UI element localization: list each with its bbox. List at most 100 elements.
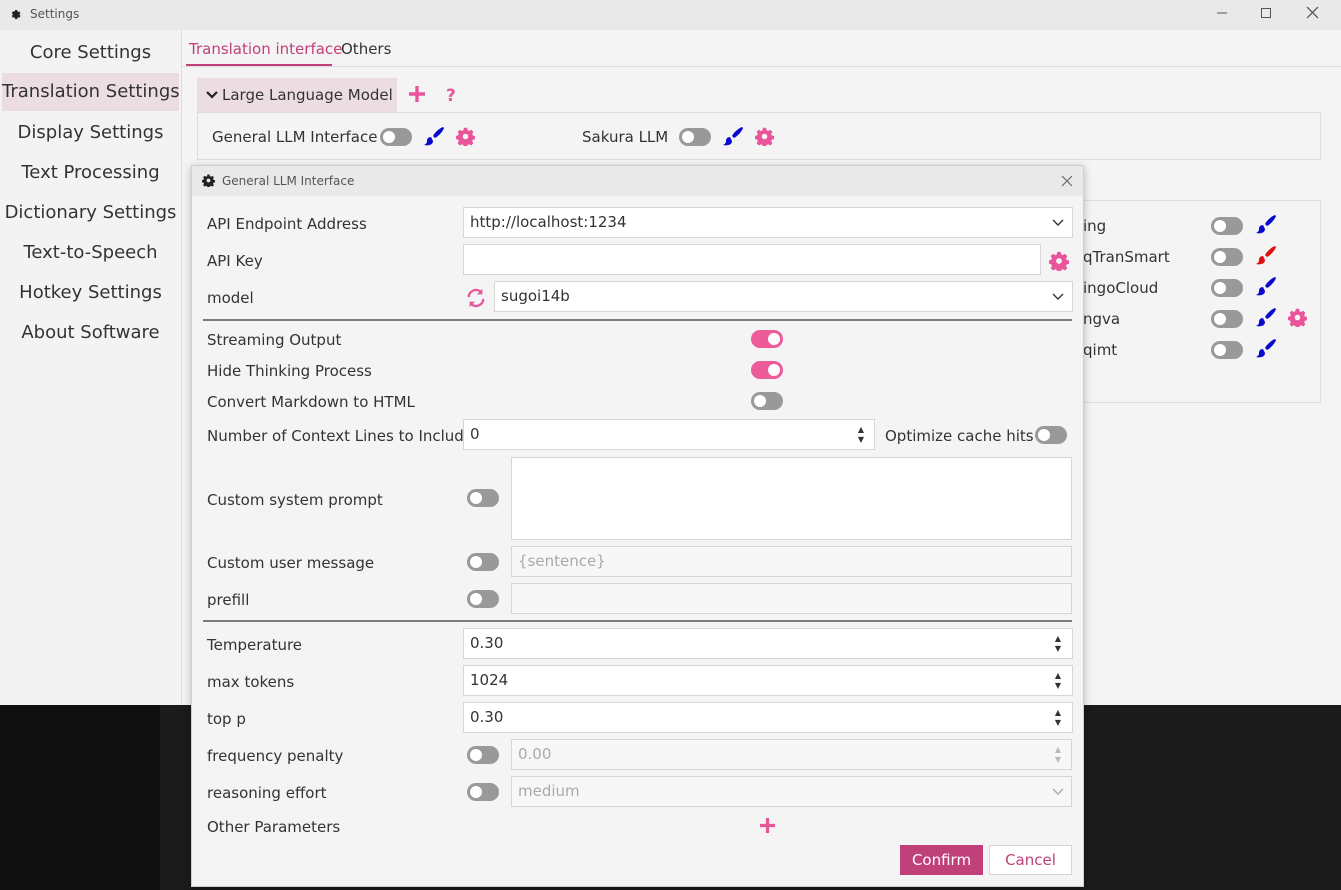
convert-markdown-toggle[interactable] xyxy=(751,392,783,410)
spin-arrows-icon[interactable]: ▲ ▼ xyxy=(856,425,866,445)
custom-user-message-label: Custom user message xyxy=(207,554,375,572)
optimize-cache-label: Optimize cache hits xyxy=(885,427,1034,445)
frequency-penalty-spinbox[interactable]: 0.00 xyxy=(511,739,1072,770)
reasoning-effort-label: reasoning effort xyxy=(207,784,327,802)
brush-icon[interactable] xyxy=(1254,306,1278,330)
api-key-input[interactable] xyxy=(463,244,1041,275)
reasoning-effort-toggle[interactable] xyxy=(467,783,499,801)
custom-system-prompt-label: Custom system prompt xyxy=(207,491,383,509)
settings-gear-icon[interactable] xyxy=(456,127,475,146)
chevron-down-icon[interactable] xyxy=(1051,216,1065,230)
api-key-label: API Key xyxy=(207,252,263,270)
add-icon[interactable] xyxy=(759,817,776,834)
translator-toggle[interactable] xyxy=(1211,248,1243,266)
context-lines-label: Number of Context Lines to Include xyxy=(207,427,474,445)
brush-icon[interactable] xyxy=(1254,337,1278,361)
sidebar: Core Settings Translation Settings Displ… xyxy=(0,30,181,705)
temperature-spinbox[interactable]: 0.30 xyxy=(463,628,1073,659)
sidebar-item-hotkey-settings[interactable]: Hotkey Settings xyxy=(2,274,179,312)
max-tokens-label: max tokens xyxy=(207,673,295,691)
sidebar-item-text-to-speech[interactable]: Text-to-Speech xyxy=(2,234,179,272)
minimize-icon xyxy=(1217,12,1227,14)
svg-text:?: ? xyxy=(446,86,456,103)
cancel-button[interactable]: Cancel xyxy=(989,845,1072,875)
sakura-llm-label: Sakura LLM xyxy=(582,128,669,146)
gear-icon xyxy=(202,174,215,187)
brush-icon[interactable] xyxy=(1254,244,1278,268)
confirm-button[interactable]: Confirm xyxy=(900,845,983,875)
general-llm-label: General LLM Interface xyxy=(212,128,378,146)
prefill-label: prefill xyxy=(207,591,250,609)
settings-gear-icon[interactable] xyxy=(755,127,774,146)
brush-icon[interactable] xyxy=(1254,213,1278,237)
api-endpoint-combobox[interactable]: http://localhost:1234 xyxy=(463,207,1073,238)
brush-icon[interactable] xyxy=(721,125,745,149)
translator-toggle[interactable] xyxy=(1211,279,1243,297)
section-divider xyxy=(203,319,1072,321)
custom-user-message-input[interactable]: {sentence} xyxy=(511,546,1072,577)
max-tokens-spinbox[interactable]: 1024 xyxy=(463,665,1073,696)
sidebar-item-dictionary-settings[interactable]: Dictionary Settings xyxy=(2,194,179,232)
model-combobox[interactable]: sugoi14b xyxy=(494,281,1073,312)
spin-arrows-icon[interactable]: ▲ ▼ xyxy=(1053,634,1063,654)
spin-arrows-icon[interactable]: ▲ ▼ xyxy=(1053,745,1063,765)
chevron-down-icon[interactable] xyxy=(1051,785,1065,799)
chevron-down-icon[interactable] xyxy=(1051,290,1065,304)
tab-translation-interface[interactable]: Translation interface xyxy=(189,40,342,58)
settings-gear-icon[interactable] xyxy=(1288,308,1307,327)
context-lines-spinbox[interactable]: 0 xyxy=(463,419,875,450)
translator-toggle[interactable] xyxy=(1211,341,1243,359)
llm-group-header[interactable]: Large Language Model xyxy=(197,78,397,112)
translator-toggle[interactable] xyxy=(1211,310,1243,328)
sakura-llm-toggle[interactable] xyxy=(679,128,711,146)
sidebar-item-core-settings[interactable]: Core Settings xyxy=(2,34,179,72)
close-window-button[interactable] xyxy=(1301,4,1323,26)
temperature-label: Temperature xyxy=(207,636,303,654)
spin-arrows-icon[interactable]: ▲ ▼ xyxy=(1053,671,1063,691)
hide-thinking-toggle[interactable] xyxy=(751,361,783,379)
llm-group-title: Large Language Model xyxy=(222,86,393,104)
streaming-output-toggle[interactable] xyxy=(751,330,783,348)
minimize-button[interactable] xyxy=(1211,4,1233,26)
translator-label: ngva xyxy=(1083,310,1121,328)
translator-toggle[interactable] xyxy=(1211,217,1243,235)
add-icon[interactable] xyxy=(408,85,426,103)
top-p-spinbox[interactable]: 0.30 xyxy=(463,702,1073,733)
frequency-penalty-toggle[interactable] xyxy=(467,746,499,764)
settings-gear-icon[interactable] xyxy=(1049,251,1069,271)
reasoning-effort-combobox[interactable]: medium xyxy=(511,776,1072,807)
frequency-penalty-label: frequency penalty xyxy=(207,747,344,765)
refresh-icon[interactable] xyxy=(465,287,487,309)
model-label: model xyxy=(207,289,254,307)
general-llm-dialog: General LLM Interface API Endpoint Addre… xyxy=(191,165,1084,887)
optimize-cache-toggle[interactable] xyxy=(1035,426,1067,444)
custom-system-prompt-textarea[interactable] xyxy=(511,457,1072,540)
chevron-down-icon xyxy=(206,91,218,99)
sidebar-item-translation-settings[interactable]: Translation Settings xyxy=(2,73,180,111)
prefill-input[interactable] xyxy=(511,583,1072,614)
section-divider xyxy=(203,620,1072,622)
prefill-toggle[interactable] xyxy=(467,590,499,608)
dialog-titlebar[interactable]: General LLM Interface xyxy=(192,166,1083,196)
spin-arrows-icon[interactable]: ▲ ▼ xyxy=(1053,708,1063,728)
translator-label: ingoCloud xyxy=(1083,279,1159,297)
sidebar-item-about-software[interactable]: About Software xyxy=(2,314,179,352)
window-titlebar[interactable]: Settings xyxy=(0,0,1341,30)
translator-label: qimt xyxy=(1083,341,1118,359)
sidebar-item-display-settings[interactable]: Display Settings xyxy=(2,114,179,152)
brush-icon[interactable] xyxy=(1254,275,1278,299)
tab-others[interactable]: Others xyxy=(341,40,391,58)
maximize-button[interactable] xyxy=(1255,4,1277,26)
online-translators-box: ing qTranSmart ingoCloud ngva qimt xyxy=(1062,200,1321,403)
custom-user-message-toggle[interactable] xyxy=(467,553,499,571)
maximize-icon xyxy=(1261,8,1271,18)
close-icon[interactable] xyxy=(1061,175,1073,187)
general-llm-toggle[interactable] xyxy=(380,128,412,146)
tab-bar-divider xyxy=(182,66,1341,67)
sidebar-item-text-processing[interactable]: Text Processing xyxy=(2,154,179,192)
brush-icon[interactable] xyxy=(422,125,446,149)
help-icon[interactable]: ? xyxy=(445,85,459,103)
streaming-output-label: Streaming Output xyxy=(207,331,342,349)
custom-system-prompt-toggle[interactable] xyxy=(467,489,499,507)
api-endpoint-label: API Endpoint Address xyxy=(207,215,367,233)
